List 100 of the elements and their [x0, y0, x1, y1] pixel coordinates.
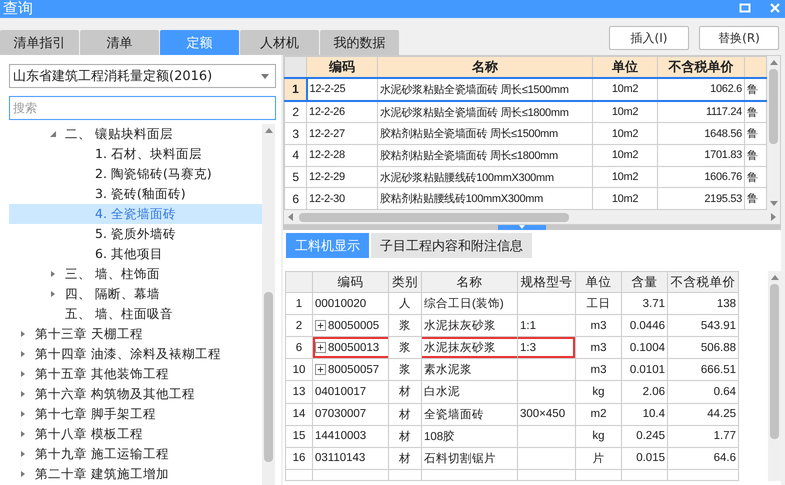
row-number: 10	[286, 358, 312, 381]
tree-item[interactable]: 第十七章 脚手架工程	[9, 404, 262, 424]
tree-item[interactable]: 第十六章 构筑物及其他工程	[9, 384, 262, 404]
column-header[interactable]: 名称	[378, 56, 592, 78]
collapsed-triangle-icon[interactable]	[19, 390, 27, 398]
tree-item[interactable]: 第十四章 油漆、涂料及裱糊工程	[9, 344, 262, 364]
table-cell: 10m2	[592, 122, 658, 145]
table-cell: 材	[388, 380, 422, 404]
column-header[interactable]: 含量	[622, 272, 668, 292]
table-cell: 胶粘剂粘贴全瓷墙面砖 周长≤1500mm	[378, 122, 592, 145]
table-cell: 全瓷墙面砖	[422, 403, 518, 426]
table-cell	[518, 292, 576, 315]
tree-item[interactable]: 2. 陶瓷锦砖(马赛克)	[9, 164, 262, 184]
collapsed-triangle-icon[interactable]	[19, 410, 27, 418]
column-header[interactable]: 规格型号	[518, 272, 576, 292]
expand-icon[interactable]	[315, 364, 326, 376]
scroll-up-icon[interactable]	[770, 275, 778, 280]
table-cell: 0.015	[622, 447, 668, 470]
table-cell: 1701.83	[658, 144, 744, 166]
column-header[interactable]: 名称	[422, 272, 518, 292]
table-cell: 水泥砂浆粘贴腰线砖100mmX300mm	[378, 166, 592, 188]
table-cell: 水泥抹灰砂浆	[422, 314, 518, 337]
scroll-down-icon[interactable]	[770, 201, 778, 206]
column-header[interactable]: 类别	[388, 272, 422, 292]
table-cell: 1:3	[518, 336, 576, 359]
scroll-up-icon[interactable]	[770, 60, 778, 65]
scroll-left-icon[interactable]	[288, 213, 293, 221]
table-cell: 12-2-27	[306, 122, 378, 145]
expanded-triangle-icon[interactable]	[49, 130, 57, 138]
table-row[interactable]: 2 12-2-26 水泥砂浆粘贴全瓷墙面砖 周长≤1800mm 10m2 1117.24 鲁	[284, 100, 766, 123]
collapsed-triangle-icon[interactable]	[49, 290, 57, 298]
splitter-handle[interactable]	[498, 225, 546, 230]
scrollbar[interactable]	[262, 124, 275, 485]
column-header[interactable]: 单位	[592, 56, 658, 78]
table-row[interactable]: 3 12-2-27 胶粘剂粘贴全瓷墙面砖 周长≤1500mm 10m2 1648.56 鲁	[284, 122, 766, 145]
row-number: 1	[286, 292, 312, 315]
table-cell: 0.64	[668, 380, 738, 404]
scrollbar[interactable]	[767, 56, 780, 210]
table-cell: 人	[388, 292, 422, 315]
tab[interactable]: 人材机	[240, 30, 319, 55]
table-cell: 浆	[388, 314, 422, 337]
collapsed-triangle-icon[interactable]	[19, 330, 27, 338]
tree-item[interactable]: 第十九章 施工运输工程	[9, 444, 262, 464]
collapsed-triangle-icon[interactable]	[49, 270, 57, 278]
collapsed-triangle-icon[interactable]	[19, 350, 27, 358]
expand-icon[interactable]	[315, 320, 326, 332]
code-text: 07030007	[315, 408, 366, 420]
collapsed-triangle-icon[interactable]	[19, 430, 27, 438]
tree-item[interactable]: 三、 墙、柱饰面	[9, 264, 262, 284]
column-header[interactable]: 不含税单价	[658, 56, 744, 78]
library-dropdown[interactable]: 山东省建筑工程消耗量定额(2016)	[9, 64, 276, 88]
column-header[interactable]: 不含税单价	[668, 272, 738, 292]
tree-item[interactable]: 第十八章 模板工程	[9, 424, 262, 444]
tree-item[interactable]: 五、 墙、柱面吸音	[9, 304, 262, 324]
table-cell: 12-2-28	[306, 144, 378, 166]
action-button[interactable]: 插入(I)	[609, 26, 689, 50]
maximize-icon[interactable]	[739, 2, 751, 14]
table-row[interactable]: 1 12-2-25 水泥砂浆粘贴全瓷墙面砖 周长≤1500mm 10m2 1062.6 鲁	[284, 78, 766, 101]
tab[interactable]: 清单指引	[0, 30, 79, 55]
table-cell: 10m2	[592, 100, 658, 123]
column-header[interactable]: 编码	[312, 272, 388, 292]
column-header[interactable]: 编码	[306, 56, 378, 78]
search-field[interactable]: 搜索	[9, 96, 276, 120]
tab[interactable]: 我的数据	[320, 30, 399, 55]
scroll-right-icon[interactable]	[771, 213, 776, 221]
collapsed-triangle-icon[interactable]	[19, 370, 27, 378]
tree-item[interactable]: 第二十章 建筑施工增加	[9, 464, 262, 484]
action-button[interactable]: 替换(R)	[699, 26, 779, 50]
tree-item[interactable]: 1. 石材、块料面层	[9, 144, 262, 164]
table-cell: m3	[576, 336, 622, 359]
tree-item[interactable]: 第十三章 天棚工程	[9, 324, 262, 344]
scroll-up-icon[interactable]	[264, 128, 272, 133]
tree-item[interactable]: 6. 其他项目	[9, 244, 262, 264]
row-number: 2	[284, 100, 306, 123]
table-cell: 10m2	[592, 144, 658, 166]
tree-item[interactable]: 3. 瓷砖(釉面砖)	[9, 184, 262, 204]
caret-icon	[261, 74, 269, 78]
row-number: 1	[284, 78, 306, 101]
tab[interactable]: 清单	[80, 30, 159, 55]
table-cell: 白水泥	[422, 380, 518, 404]
tree-item[interactable]: 第十五章 其他装饰工程	[9, 364, 262, 384]
table-cell: m2	[576, 403, 622, 426]
collapsed-triangle-icon[interactable]	[19, 470, 27, 478]
close-icon[interactable]	[769, 2, 781, 14]
table-cell: 2.06	[622, 380, 668, 404]
column-header[interactable]: 单位	[576, 272, 622, 292]
scrollbar[interactable]	[768, 271, 781, 481]
table-row[interactable]: 5 12-2-29 水泥砂浆粘贴腰线砖100mmX300mm 10m2 1606.76 鲁	[284, 166, 766, 188]
table-cell: 44.25	[668, 403, 738, 426]
code-text: 80050057	[328, 364, 380, 376]
tree-item[interactable]: 二、 镶贴块料面层	[9, 124, 262, 144]
horizontal-scrollbar[interactable]	[284, 210, 780, 224]
tree-item[interactable]: 5. 瓷质外墙砖	[9, 224, 262, 244]
table-cell: 浆	[388, 358, 422, 381]
collapsed-triangle-icon[interactable]	[19, 450, 27, 458]
table-cell: 石料切割锯片	[422, 447, 518, 470]
table-row[interactable]: 4 12-2-28 胶粘剂粘贴全瓷墙面砖 周长≤1800mm 10m2 1701.83 鲁	[284, 144, 766, 166]
tab[interactable]: 子目工程内容和附注信息	[371, 233, 532, 258]
expand-icon[interactable]	[315, 342, 326, 354]
tree-item[interactable]: 四、 隔断、幕墙	[9, 284, 262, 304]
